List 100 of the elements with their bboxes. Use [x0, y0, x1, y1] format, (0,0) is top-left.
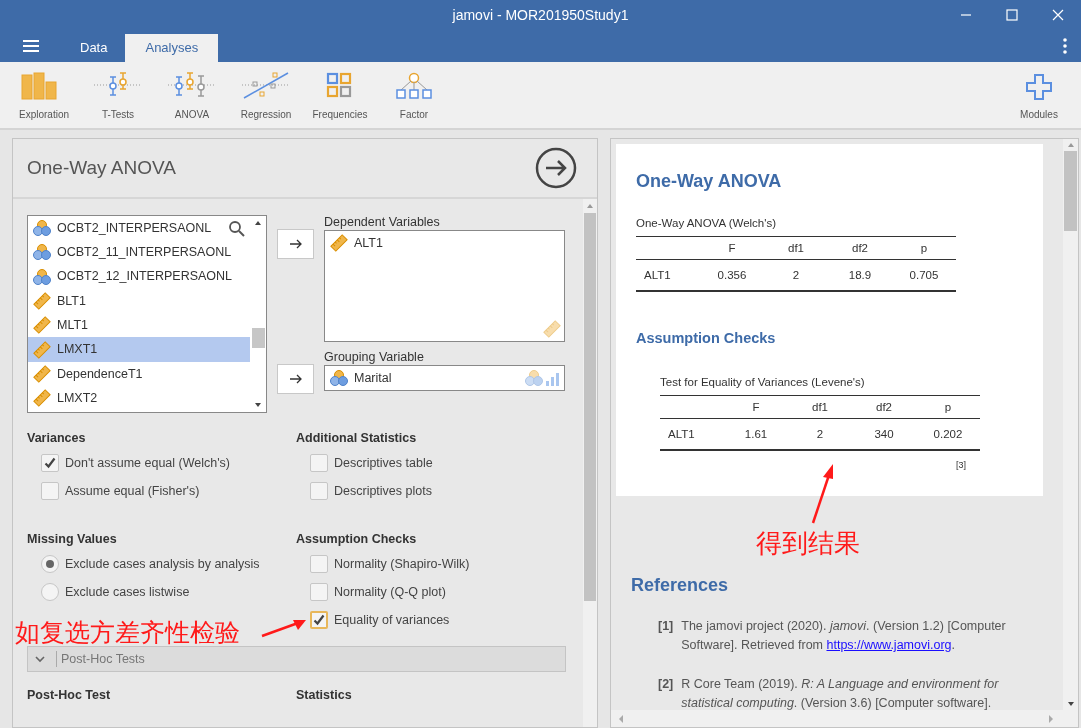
search-icon [228, 220, 246, 238]
more-options-icon [1063, 38, 1067, 54]
table-cell-text: 0.356 [716, 267, 748, 283]
column-header: df1 [787, 240, 805, 256]
table-cell-text: 1.61 [743, 426, 769, 442]
variable-item[interactable]: OCBT2_11_INTERPERSAONL [28, 240, 250, 265]
arrow-icon [288, 239, 303, 249]
field-label: Dependent Variables [324, 215, 441, 230]
section-heading: Statistics [296, 687, 353, 704]
bars-icon [545, 371, 561, 387]
panel-title: One-Way ANOVA [27, 155, 176, 180]
run-arrow-button[interactable] [535, 147, 577, 189]
variable-item[interactable]: DependenceT1 [28, 361, 250, 387]
checkbox[interactable] [310, 583, 328, 601]
radio-button[interactable] [41, 555, 59, 573]
checkbox[interactable] [310, 555, 328, 573]
table-cell-text: ALT1 [643, 267, 672, 283]
ribbon-button[interactable]: Exploration [7, 72, 81, 122]
arrow-icon [288, 374, 303, 384]
window-title: jamovi - MOR201950Study1 [452, 5, 629, 25]
radio-button[interactable] [41, 583, 59, 601]
move-arrow-button[interactable] [277, 364, 314, 394]
annotation-text: 得到结果 [756, 527, 860, 560]
circles-icon [330, 369, 348, 387]
tab[interactable]: Data [62, 34, 126, 62]
ribbon-button[interactable]: Factor [377, 72, 451, 122]
checkbox[interactable] [310, 611, 328, 629]
scrollbar-thumb[interactable] [1064, 151, 1077, 231]
checkbox[interactable] [41, 482, 59, 500]
ribbon-button[interactable]: Regression [229, 72, 303, 122]
section-heading: Variances [27, 430, 87, 447]
scrollbar[interactable] [1063, 139, 1078, 710]
option-label: Normality (Shapiro-Wilk) [334, 555, 470, 573]
variable-item[interactable]: OCBT2_INTERPERSAONL [28, 216, 250, 241]
variable-item[interactable]: OCBT2_12_INTERPERSAONL [28, 264, 250, 289]
section-title: Assumption Checks [636, 329, 777, 349]
reference-number: [2] [658, 676, 674, 693]
results-title: One-Way ANOVA [636, 170, 783, 193]
move-arrow-button[interactable] [277, 229, 314, 259]
column-header: p [943, 399, 953, 415]
tab[interactable]: Analyses [125, 34, 219, 62]
close-icon [1052, 9, 1064, 21]
variable-name: LMXT1 [57, 341, 98, 359]
field-label: Grouping Variable [324, 350, 425, 365]
variable-item[interactable]: BLT1 [28, 288, 250, 314]
scatter-line-icon [242, 72, 290, 100]
ribbon-button[interactable]: ANOVA [155, 72, 229, 122]
scrollbar[interactable] [611, 710, 1078, 727]
variable-name: DependenceT1 [57, 365, 143, 383]
table-cell-text: ALT1 [667, 426, 696, 442]
arrow-icon [810, 463, 836, 525]
reference-number: [1] [658, 618, 674, 635]
option-label: Descriptives plots [334, 482, 432, 500]
checkbox[interactable] [310, 482, 328, 500]
section-heading: Missing Values [27, 531, 118, 548]
arrow-icon [260, 617, 308, 639]
variable-name: Marital [354, 369, 392, 387]
option-label: Don't assume equal (Welch's) [65, 454, 231, 472]
scrollbar-thumb[interactable] [251, 328, 265, 348]
variable-name: OCBT2_12_INTERPERSAONL [57, 268, 233, 286]
variable-item[interactable]: MLT1 [28, 313, 250, 338]
ribbon-button[interactable]: Frequencies [303, 72, 377, 122]
circles-icon [33, 267, 51, 286]
option-label: Exclude cases analysis by analysis [65, 555, 260, 573]
column-header: df2 [875, 399, 893, 415]
variable-name: BLT1 [57, 292, 86, 310]
table-cell-text: 2 [815, 426, 825, 442]
scrollbar[interactable] [583, 199, 597, 727]
checkbox[interactable] [310, 454, 328, 472]
reference-link[interactable]: https://www.jamovi.org [826, 638, 952, 652]
option-label: Normality (Q-Q plot) [334, 583, 446, 601]
arrow-circle-icon [535, 147, 577, 189]
section-title: References [631, 574, 730, 597]
footnote-reference: [3] [956, 459, 966, 473]
scrollbar-thumb[interactable] [584, 213, 596, 601]
table-title: One-Way ANOVA (Welch's) [636, 216, 778, 231]
minimize-icon [960, 14, 972, 16]
table-title: Test for Equality of Variances (Levene's) [660, 375, 866, 390]
table-cell-text: 18.9 [847, 267, 873, 283]
table-cell-text: 2 [791, 267, 801, 283]
option-label: Exclude cases listwise [65, 583, 190, 601]
menu-icon [23, 40, 39, 52]
circles-icon [33, 243, 51, 262]
checkbox[interactable] [41, 454, 59, 472]
error-bars-icon [168, 72, 216, 100]
ribbon-button[interactable]: T-Tests [81, 72, 155, 122]
scroll-right-icon [1046, 712, 1056, 725]
variable-name: MLT1 [57, 316, 89, 334]
variable-item[interactable]: LMXT2 [28, 386, 250, 411]
section-heading: Additional Statistics [296, 430, 418, 447]
variable-item[interactable]: LMXT1 [28, 337, 250, 362]
option-label: Equality of variances [334, 611, 450, 629]
circles-icon [525, 369, 543, 387]
column-header: p [919, 240, 929, 256]
modules-button[interactable]: Modules [1009, 72, 1069, 122]
circles-icon [33, 219, 51, 238]
table-cell-text: 340 [873, 426, 895, 442]
option-label: Assume equal (Fisher's) [65, 482, 200, 500]
section-heading: Assumption Checks [296, 531, 418, 548]
variable-name: LMXT2 [57, 389, 98, 407]
